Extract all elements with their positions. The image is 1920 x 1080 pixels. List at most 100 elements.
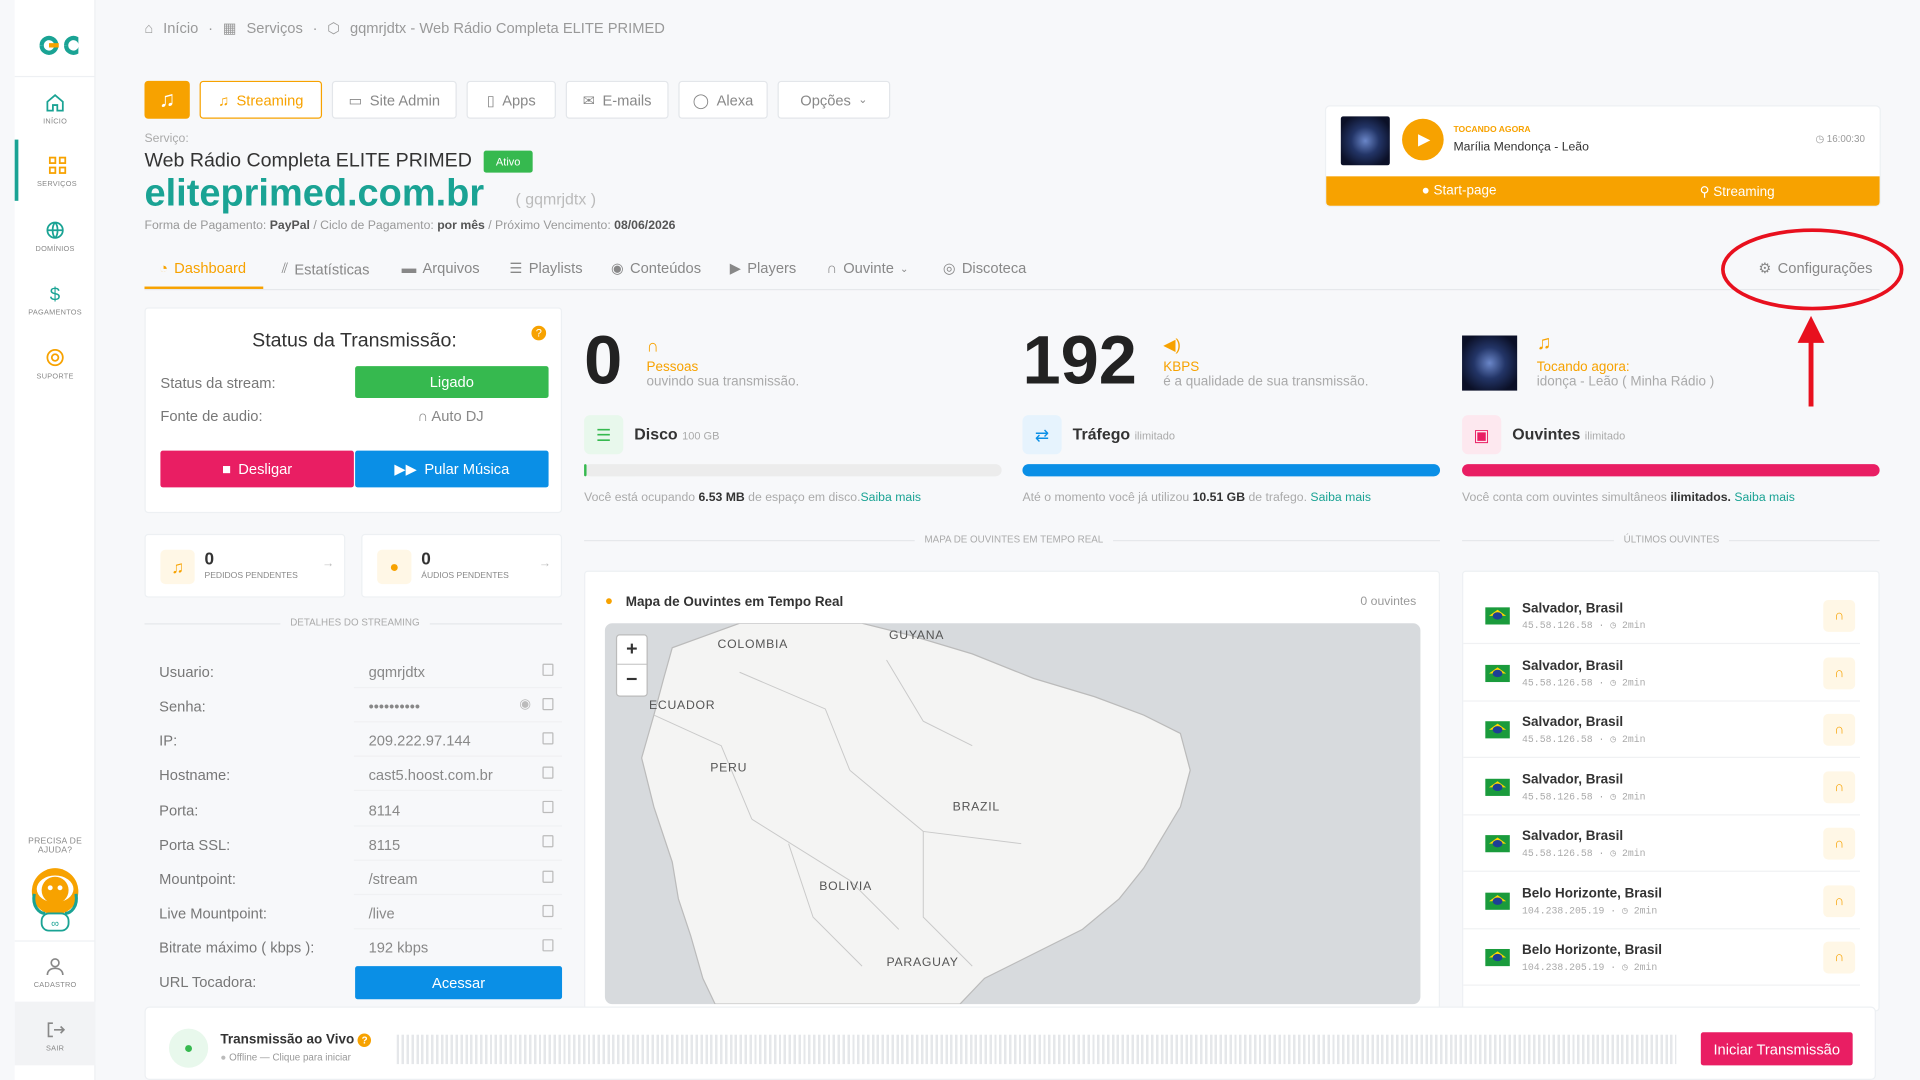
detail-value[interactable]: 192 kbps <box>369 939 429 956</box>
traffic-title: Tráfego ilimitado <box>1072 424 1176 444</box>
off-button[interactable]: ■ Desligar <box>160 450 354 488</box>
play-button[interactable]: ▶ <box>1402 118 1444 161</box>
detail-value[interactable]: gqmrjdtx <box>369 664 425 681</box>
site-admin-button[interactable]: ▭ Site Admin <box>331 80 457 119</box>
listeners-sub: ouvindo sua transmissão. <box>646 374 800 390</box>
detail-value[interactable]: 8115 <box>369 836 401 853</box>
tab-estatisticas[interactable]: ⫽ Estatísticas <box>282 260 370 278</box>
sidebar-item-dominios[interactable]: DOMÍNIOS <box>15 219 96 253</box>
headphones-icon[interactable]: ∩ <box>1823 827 1856 860</box>
breadcrumb-home[interactable]: Início <box>163 20 198 37</box>
detail-value[interactable]: /live <box>369 905 395 922</box>
headphones-icon[interactable]: ∩ <box>1823 885 1856 918</box>
tab-discoteca[interactable]: ◎ Discoteca <box>943 260 1026 277</box>
emails-label: E-mails <box>602 91 652 109</box>
copy-icon[interactable] <box>542 800 554 814</box>
breadcrumb-current: gqmrjdtx - Web Rádio Completa ELITE PRIM… <box>349 19 665 37</box>
apps-label: Apps <box>502 91 536 109</box>
sidebar-item-cadastro[interactable]: CADASTRO <box>15 955 96 989</box>
album-cover <box>1462 335 1518 391</box>
listeners-map[interactable]: COLOMBIA GUYANA ECUADOR PERU BRAZIL BOLI… <box>604 623 1421 1005</box>
traffic-more-link[interactable]: Saiba mais <box>1310 491 1371 504</box>
disc-icon: ◎ <box>942 259 956 277</box>
player-url-button[interactable]: Acessar <box>355 966 563 1000</box>
copy-icon[interactable] <box>542 904 554 918</box>
sidebar-item-suporte[interactable]: SUPORTE <box>15 347 96 381</box>
pending-requests-card[interactable]: ♫ 0 PEDIDOS PENDENTES → <box>144 533 346 598</box>
sidebar-item-servicos[interactable]: SERVIÇOS <box>14 139 96 201</box>
brazil-flag-icon <box>1485 892 1510 910</box>
copy-icon[interactable] <box>542 939 554 952</box>
tab-conteudos[interactable]: ◉ Conteúdos <box>611 260 701 277</box>
grid-icon <box>48 156 66 174</box>
copy-icon[interactable] <box>542 870 554 883</box>
streaming-link[interactable]: ⚲ Streaming <box>1700 184 1775 200</box>
stop-icon: ■ <box>222 460 231 478</box>
home-icon <box>46 93 64 112</box>
apps-button[interactable]: ▯ Apps <box>466 80 556 119</box>
eye-icon[interactable]: ◉ <box>519 696 531 712</box>
start-live-button[interactable]: Iniciar Transmissão <box>1700 1032 1853 1066</box>
streaming-button[interactable]: ♫ Streaming <box>199 80 323 119</box>
map-title: Mapa de Ouvintes em Tempo Real <box>625 595 844 610</box>
start-page-link[interactable]: ● Start-page <box>1422 184 1497 199</box>
audio-source-value: ∩ Auto DJ <box>417 407 484 425</box>
folder-icon: ▬ <box>401 259 417 277</box>
alexa-button[interactable]: ◯ Alexa <box>678 80 768 119</box>
detail-value[interactable]: cast5.hoost.com.br <box>369 767 493 784</box>
now-playing-track: Marília Mendonça - Leão <box>1453 140 1589 155</box>
detail-value[interactable]: •••••••••• <box>369 698 420 715</box>
headphones-icon[interactable]: ∩ <box>1823 941 1856 974</box>
detail-label: Senha: <box>159 697 206 716</box>
chart-icon: ⫽ <box>281 259 289 277</box>
listeners-more-link[interactable]: Saiba mais <box>1734 491 1795 504</box>
logo[interactable] <box>29 31 83 60</box>
copy-icon[interactable] <box>542 732 554 745</box>
headphones-icon[interactable]: ∩ <box>1823 713 1856 746</box>
headphones-icon[interactable]: ∩ <box>1823 657 1856 690</box>
grid-icon: ▦ <box>222 19 237 37</box>
sidebar-item-pagamentos[interactable]: $ PAGAMENTOS <box>15 283 96 317</box>
sidebar-item-sair[interactable]: SAIR <box>15 1019 96 1053</box>
copy-icon[interactable] <box>542 697 554 711</box>
tab-players[interactable]: ▶ Players <box>730 260 796 277</box>
breadcrumb-services[interactable]: Serviços <box>246 20 302 37</box>
tab-arquivos[interactable]: ▬ Arquivos <box>402 260 480 277</box>
dollar-icon: $ <box>50 283 61 304</box>
zoom-in-button[interactable]: + <box>617 636 647 665</box>
tab-dashboard[interactable]: ◔ Dashboard <box>159 260 246 277</box>
headphones-icon[interactable]: ∩ <box>1823 771 1856 804</box>
headphones-icon[interactable]: ∩ <box>1823 600 1856 632</box>
svg-text:∞: ∞ <box>51 918 59 930</box>
traffic-bar <box>1022 464 1441 477</box>
copy-icon[interactable] <box>542 766 554 779</box>
copy-icon[interactable] <box>542 835 554 848</box>
now-playing-label: TOCANDO AGORA <box>1453 126 1531 135</box>
detail-label: IP: <box>159 732 178 750</box>
help-mascot[interactable]: ∞ <box>29 864 80 933</box>
options-dropdown[interactable]: Opções ⌄ <box>777 80 891 119</box>
emails-button[interactable]: ✉ E-mails <box>565 80 669 119</box>
volume-icon: ◀) <box>1163 335 1181 354</box>
map-label: COLOMBIA <box>717 637 789 652</box>
start-page-label: Start-page <box>1433 183 1497 199</box>
music-button[interactable]: ♫ <box>144 80 190 119</box>
detail-value[interactable]: /stream <box>369 871 418 888</box>
brazil-flag-icon <box>1485 778 1510 796</box>
help-icon[interactable]: ? <box>357 1033 372 1047</box>
tab-playlists[interactable]: ☰ Playlists <box>509 260 582 277</box>
skip-button[interactable]: ▶▶ Pular Música <box>355 450 549 488</box>
tab-ouvinte[interactable]: ∩ Ouvinte ⌄ <box>827 260 909 277</box>
pending-audios-card[interactable]: ● 0 ÁUDIOS PENDENTES → <box>361 533 563 598</box>
service-domain[interactable]: eliteprimed.com.br <box>144 171 484 215</box>
detail-value[interactable]: 209.222.97.144 <box>369 732 471 749</box>
dashboard-icon: ◔ <box>159 259 169 277</box>
help-icon[interactable]: ? <box>531 325 547 341</box>
service-code: ( gqmrjdtx ) <box>515 189 597 209</box>
zoom-out-button[interactable]: − <box>617 666 646 695</box>
sidebar-item-inicio[interactable]: INÍCIO <box>15 92 96 126</box>
detail-value[interactable]: 8114 <box>369 802 401 819</box>
copy-icon[interactable] <box>542 663 554 676</box>
disk-more-link[interactable]: Saiba mais <box>860 491 921 504</box>
breadcrumb: ⌂ Início · ▦ Serviços · ⬡ gqmrjdtx - Web… <box>144 19 665 37</box>
